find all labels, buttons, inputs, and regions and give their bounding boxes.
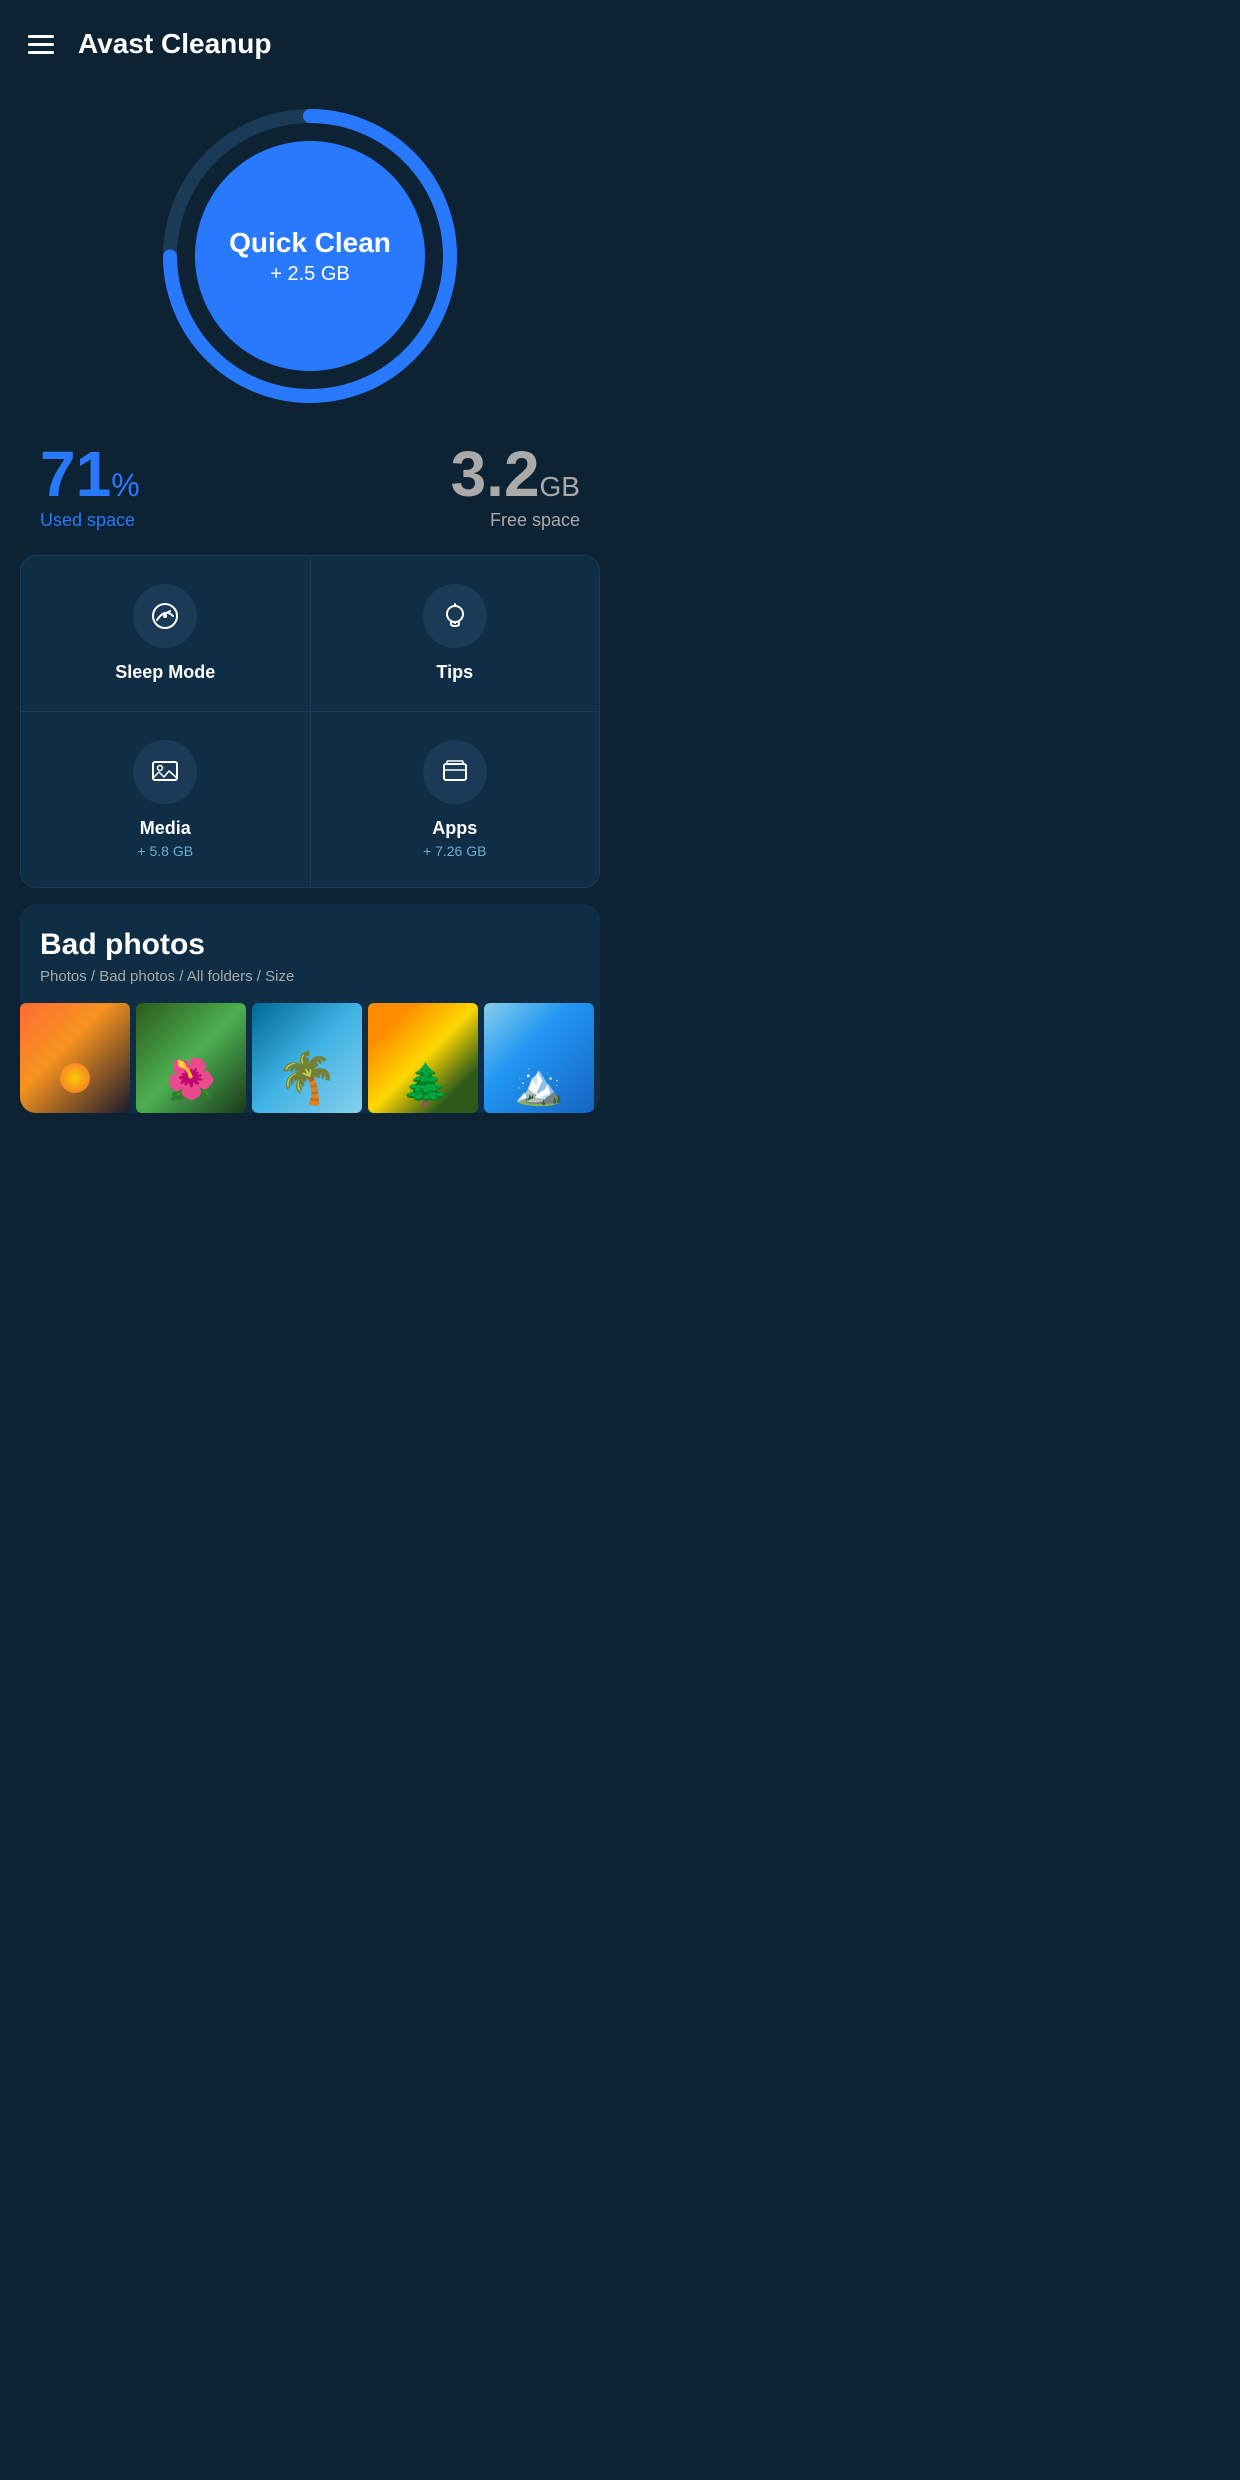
tips-icon bbox=[423, 584, 487, 648]
bad-photos-title: Bad photos bbox=[40, 928, 580, 962]
media-button[interactable]: Media + 5.8 GB bbox=[21, 712, 311, 887]
feature-grid: Sleep Mode Tips bbox=[20, 555, 600, 888]
feature-row-top: Sleep Mode Tips bbox=[21, 556, 599, 712]
used-space-stat: 71% Used space bbox=[40, 442, 140, 531]
photo-thumb-2[interactable] bbox=[136, 1003, 246, 1113]
bad-photos-section: Bad photos Photos / Bad photos / All fol… bbox=[20, 904, 600, 1113]
quick-clean-label: Quick Clean bbox=[229, 227, 391, 259]
media-label: Media bbox=[140, 818, 191, 839]
sleep-mode-icon bbox=[133, 584, 197, 648]
apps-label: Apps bbox=[432, 818, 477, 839]
media-icon bbox=[133, 740, 197, 804]
apps-icon bbox=[423, 740, 487, 804]
quick-clean-button[interactable]: Quick Clean + 2.5 GB bbox=[195, 141, 425, 371]
quick-clean-section: Quick Clean + 2.5 GB bbox=[0, 76, 620, 426]
header: Avast Cleanup bbox=[0, 0, 620, 76]
tips-label: Tips bbox=[436, 662, 473, 683]
free-space-value: 3.2GB bbox=[451, 442, 580, 506]
photo-thumb-5[interactable] bbox=[484, 1003, 594, 1113]
photo-thumb-3[interactable] bbox=[252, 1003, 362, 1113]
sleep-mode-label: Sleep Mode bbox=[115, 662, 215, 683]
quick-clean-circle-container: Quick Clean + 2.5 GB bbox=[160, 106, 460, 406]
used-space-value: 71% bbox=[40, 442, 140, 506]
apps-sub: + 7.26 GB bbox=[423, 843, 486, 859]
sleep-mode-button[interactable]: Sleep Mode bbox=[21, 556, 311, 711]
free-space-stat: 3.2GB Free space bbox=[451, 442, 580, 531]
feature-row-bottom: Media + 5.8 GB Apps + 7.26 GB bbox=[21, 712, 599, 887]
photo-thumb-1[interactable] bbox=[20, 1003, 130, 1113]
used-space-label: Used space bbox=[40, 510, 140, 531]
tips-button[interactable]: Tips bbox=[311, 556, 600, 711]
apps-button[interactable]: Apps + 7.26 GB bbox=[311, 712, 600, 887]
free-space-label: Free space bbox=[490, 510, 580, 531]
photos-row bbox=[20, 1003, 600, 1113]
stats-section: 71% Used space 3.2GB Free space bbox=[0, 426, 620, 555]
quick-clean-size: + 2.5 GB bbox=[270, 263, 350, 286]
photo-thumb-4[interactable] bbox=[368, 1003, 478, 1113]
menu-button[interactable] bbox=[28, 35, 54, 54]
app-title: Avast Cleanup bbox=[78, 28, 271, 60]
media-sub: + 5.8 GB bbox=[137, 843, 193, 859]
bad-photos-breadcrumb: Photos / Bad photos / All folders / Size bbox=[40, 968, 580, 985]
